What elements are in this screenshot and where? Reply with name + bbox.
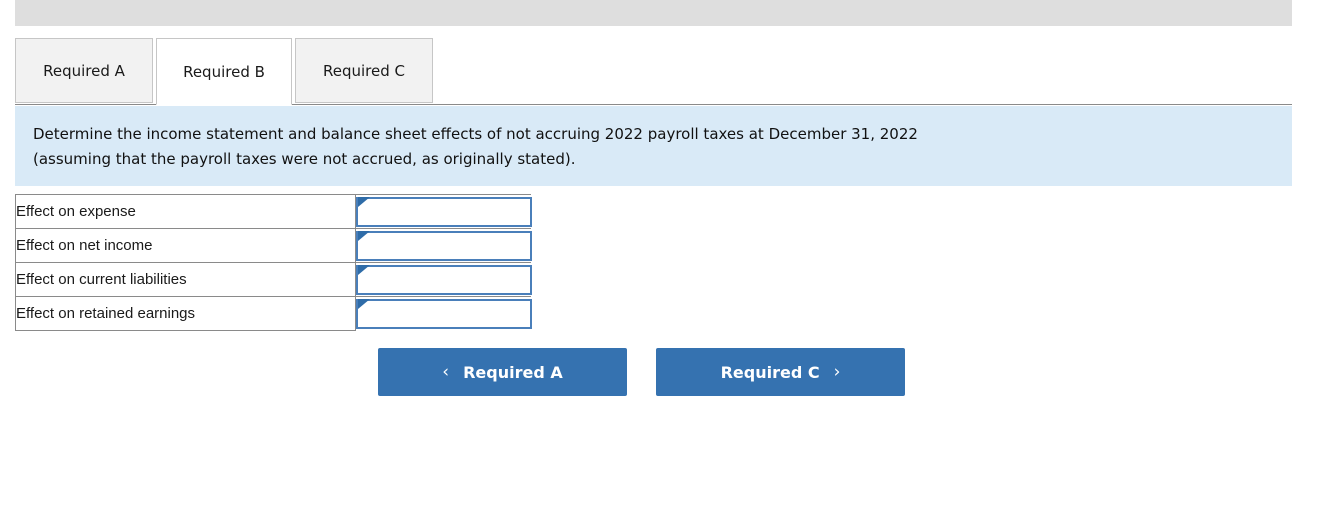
tab-required-b-label: Required B — [183, 62, 265, 81]
table-row: Effect on expense — [15, 194, 532, 229]
chevron-right-icon: › — [833, 361, 841, 382]
instruction-line-2: (assuming that the payroll taxes were no… — [33, 150, 576, 168]
dropdown-effect-on-retained-earnings[interactable] — [355, 299, 532, 329]
row-label-effect-on-expense: Effect on expense — [15, 194, 356, 229]
input-cell-effect-on-net-income — [355, 228, 532, 263]
row-label-effect-on-retained-earnings: Effect on retained earnings — [15, 296, 356, 331]
effects-answer-table: Effect on expense Effect on net income E… — [15, 194, 532, 331]
row-label-effect-on-current-liabilities: Effect on current liabilities — [15, 262, 356, 297]
dropdown-effect-on-current-liabilities[interactable] — [355, 265, 532, 295]
cell-marker-triangle-icon — [357, 197, 370, 207]
tab-required-a[interactable]: Required A — [15, 38, 153, 103]
cell-marker-triangle-icon — [357, 299, 370, 309]
instruction-line-1: Determine the income statement and balan… — [33, 125, 918, 143]
row-label-effect-on-net-income: Effect on net income — [15, 228, 356, 263]
navigation-buttons: ‹ Required A Required C › — [378, 348, 905, 396]
tab-required-b[interactable]: Required B — [156, 38, 292, 105]
next-button-label: Required C — [720, 362, 820, 382]
prev-button-label: Required A — [463, 362, 563, 382]
top-toolbar-strip — [15, 0, 1292, 26]
tab-required-c[interactable]: Required C — [295, 38, 433, 103]
input-cell-effect-on-current-liabilities — [355, 262, 532, 297]
dropdown-effect-on-expense[interactable] — [355, 197, 532, 227]
input-cell-effect-on-expense — [355, 194, 532, 229]
instruction-banner: Determine the income statement and balan… — [15, 106, 1292, 186]
table-row: Effect on current liabilities — [15, 262, 532, 297]
dropdown-effect-on-net-income[interactable] — [355, 231, 532, 261]
cell-marker-triangle-icon — [357, 265, 370, 275]
tab-required-c-label: Required C — [322, 61, 405, 80]
tab-required-a-label: Required A — [43, 61, 125, 80]
table-row: Effect on retained earnings — [15, 296, 532, 331]
table-row: Effect on net income — [15, 228, 532, 263]
input-cell-effect-on-retained-earnings — [355, 296, 532, 331]
prev-required-a-button[interactable]: ‹ Required A — [378, 348, 627, 396]
next-required-c-button[interactable]: Required C › — [656, 348, 905, 396]
cell-marker-triangle-icon — [357, 231, 370, 241]
chevron-left-icon: ‹ — [442, 361, 450, 382]
required-tabs: Required A Required B Required C — [15, 38, 436, 105]
